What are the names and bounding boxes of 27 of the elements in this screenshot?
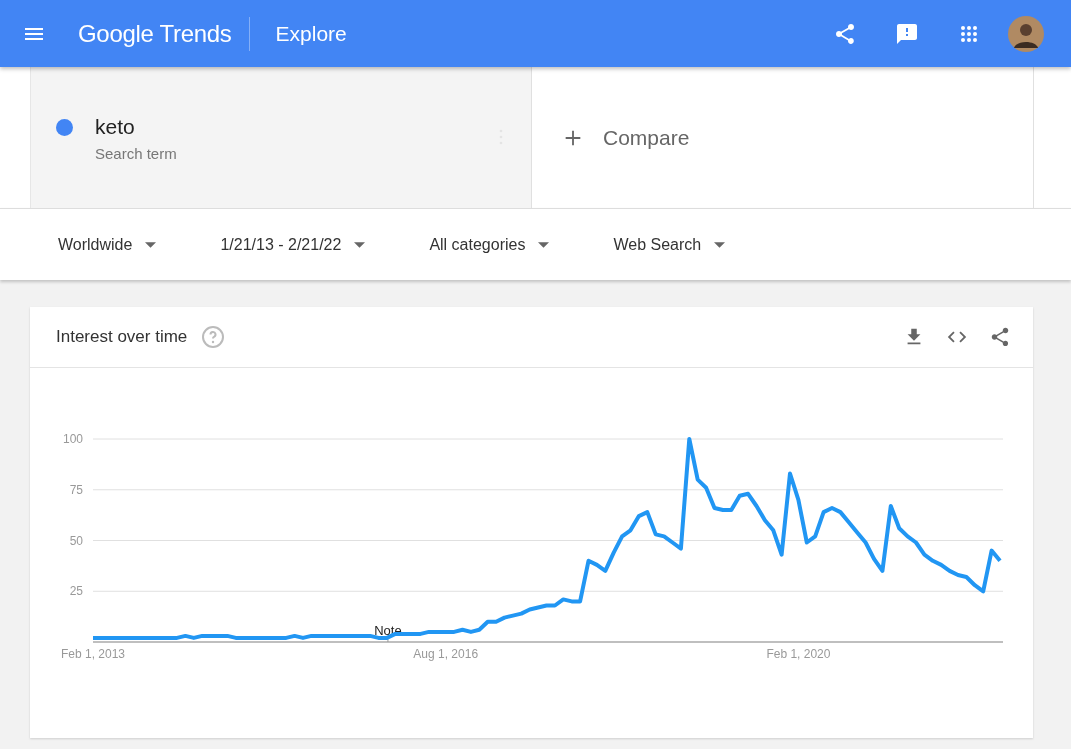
share-icon[interactable] bbox=[989, 326, 1011, 348]
caret-icon bbox=[354, 241, 366, 248]
caret-icon bbox=[714, 241, 726, 248]
avatar[interactable] bbox=[1008, 15, 1044, 52]
axis-label: Aug 1, 2016 bbox=[413, 647, 479, 661]
compare-label: Compare bbox=[603, 125, 690, 150]
axis-label: 25 bbox=[69, 584, 83, 599]
axis-label: 50 bbox=[69, 533, 83, 548]
caret-icon bbox=[145, 241, 157, 248]
feedback-icon[interactable] bbox=[895, 21, 919, 46]
search-term-card[interactable]: keto Search term bbox=[30, 67, 531, 208]
card-title: Interest over time bbox=[56, 327, 188, 347]
filter-dropdown[interactable]: Worldwide bbox=[40, 227, 175, 262]
axis-label: 100 bbox=[62, 432, 83, 446]
page-title: Explore bbox=[275, 21, 347, 46]
caret-icon bbox=[538, 241, 550, 248]
axis-label: 75 bbox=[69, 482, 83, 497]
search-term: keto bbox=[95, 115, 136, 139]
help-icon[interactable] bbox=[201, 325, 226, 349]
filter-dropdown[interactable]: Web Search bbox=[595, 227, 744, 262]
filter-dropdown[interactable]: 1/21/13 - 2/21/22 bbox=[202, 227, 384, 262]
term-subtitle: Search term bbox=[95, 145, 177, 162]
share-icon[interactable] bbox=[833, 21, 857, 46]
logo[interactable]: Google Trends bbox=[78, 19, 232, 48]
axis-label: Feb 1, 2013 bbox=[60, 647, 126, 661]
axis-label: Feb 1, 2020 bbox=[766, 647, 831, 661]
filter-dropdown[interactable]: All categories bbox=[411, 227, 568, 262]
